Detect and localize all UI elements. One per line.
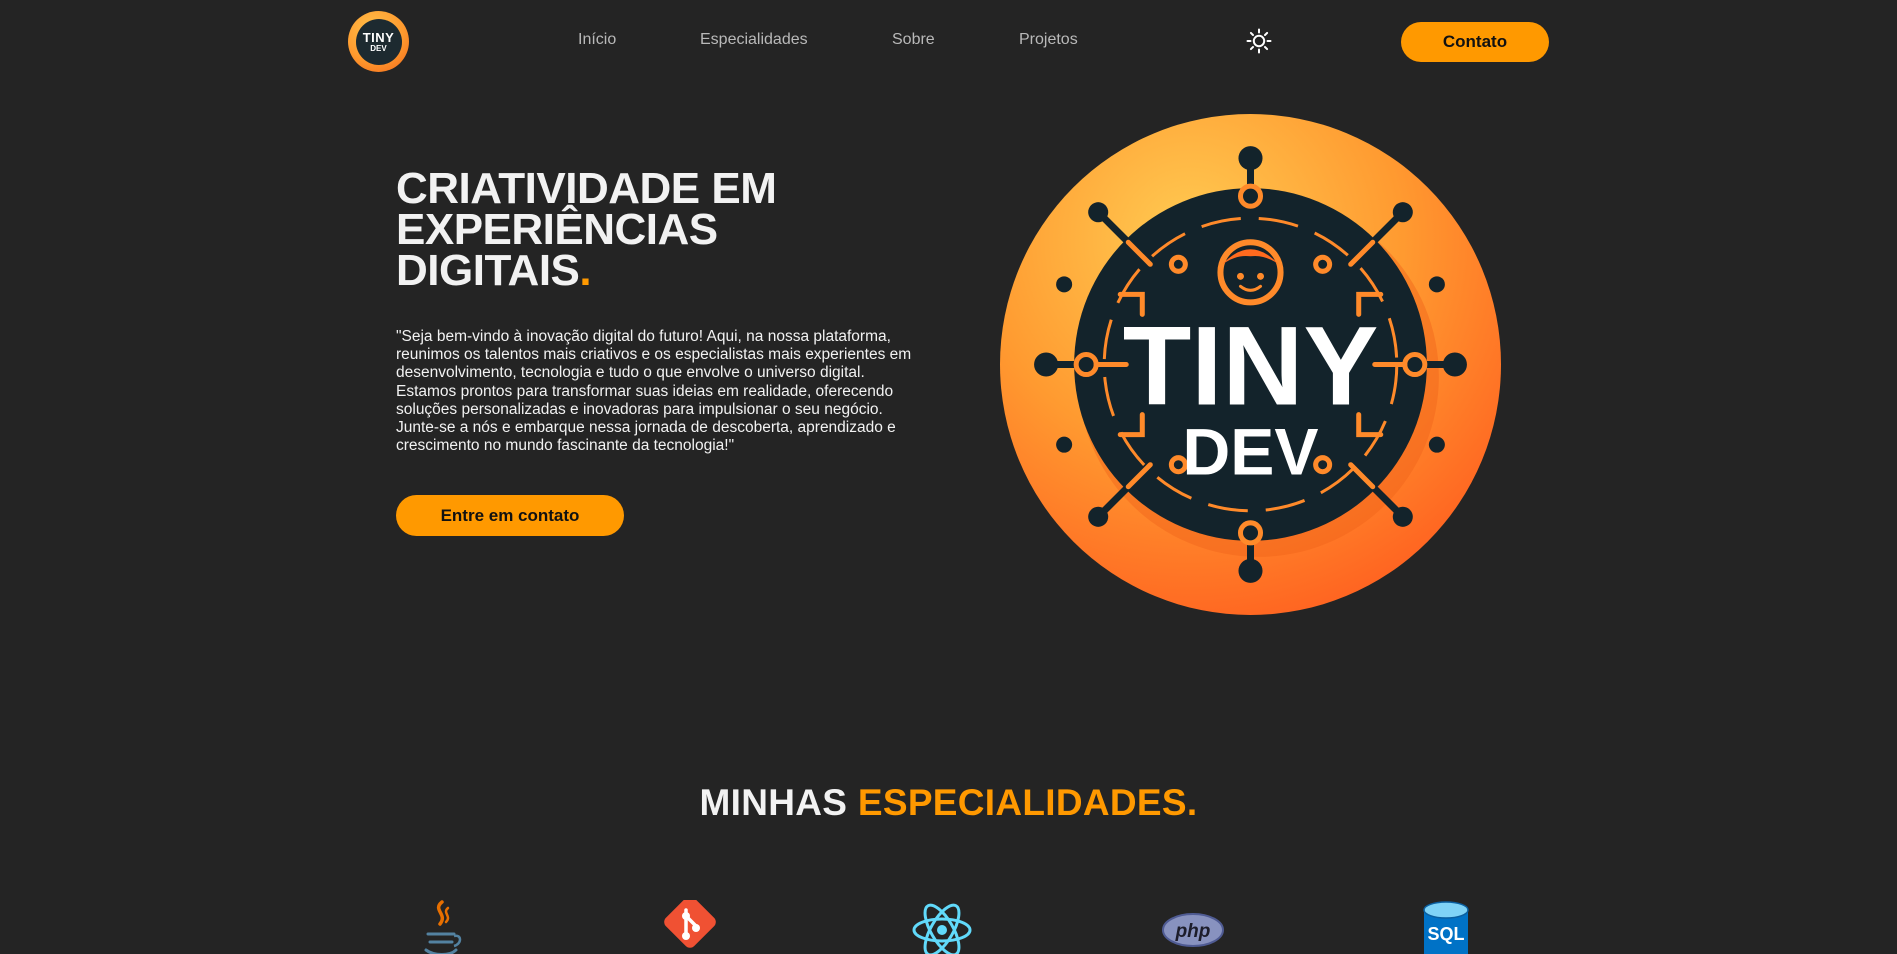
- hero-title-line-3: DIGITAIS.: [396, 249, 776, 293]
- hero-logo-text-bottom: DEV: [1183, 416, 1319, 490]
- sql-icon: SQL: [1423, 901, 1469, 954]
- hero-title-line-1: CRIATIVIDADE EM: [396, 164, 777, 213]
- specialties-title-part2: ESPECIALIDADES.: [857, 782, 1198, 823]
- nav-link-inicio[interactable]: Início: [578, 31, 616, 49]
- hero-description: "Seja bem-vindo à inovação digital do fu…: [396, 328, 912, 455]
- theme-toggle-button[interactable]: [1244, 28, 1274, 54]
- java-icon: [424, 900, 462, 954]
- specialties-title: MINHAS ESPECIALIDADES.: [0, 782, 1897, 824]
- hero-logo-text-top: TINY: [1123, 303, 1379, 429]
- nav-link-projetos[interactable]: Projetos: [1019, 31, 1078, 49]
- cta-contact-button[interactable]: Entre em contato: [396, 495, 624, 536]
- hero-title-line-2: EXPERIÊNCIAS: [396, 205, 718, 254]
- git-icon: [664, 900, 716, 948]
- php-icon: php: [1162, 913, 1224, 947]
- sun-icon: [1246, 28, 1272, 54]
- hero-title: CRIATIVIDADE EM EXPERIÊNCIAS DIGITAIS.: [396, 164, 777, 293]
- hero-title-line-3-text: DIGITAIS: [396, 246, 580, 295]
- main-nav: Início Especialidades Sobre Projetos: [0, 31, 1897, 53]
- nav-link-sobre[interactable]: Sobre: [892, 31, 935, 49]
- tiny-dev-logo-image: TINY DEV: [1000, 114, 1501, 615]
- contact-button[interactable]: Contato: [1401, 22, 1549, 62]
- hero-title-accent-dot: .: [579, 246, 592, 295]
- php-icon-label: php: [1175, 921, 1211, 942]
- specialties-title-part1: MINHAS: [699, 782, 848, 823]
- page: TINY DEV Início Especialidades Sobre Pro…: [0, 0, 1897, 954]
- react-icon: [912, 903, 972, 954]
- sql-icon-label: SQL: [1427, 924, 1464, 944]
- nav-link-especialidades[interactable]: Especialidades: [700, 31, 808, 49]
